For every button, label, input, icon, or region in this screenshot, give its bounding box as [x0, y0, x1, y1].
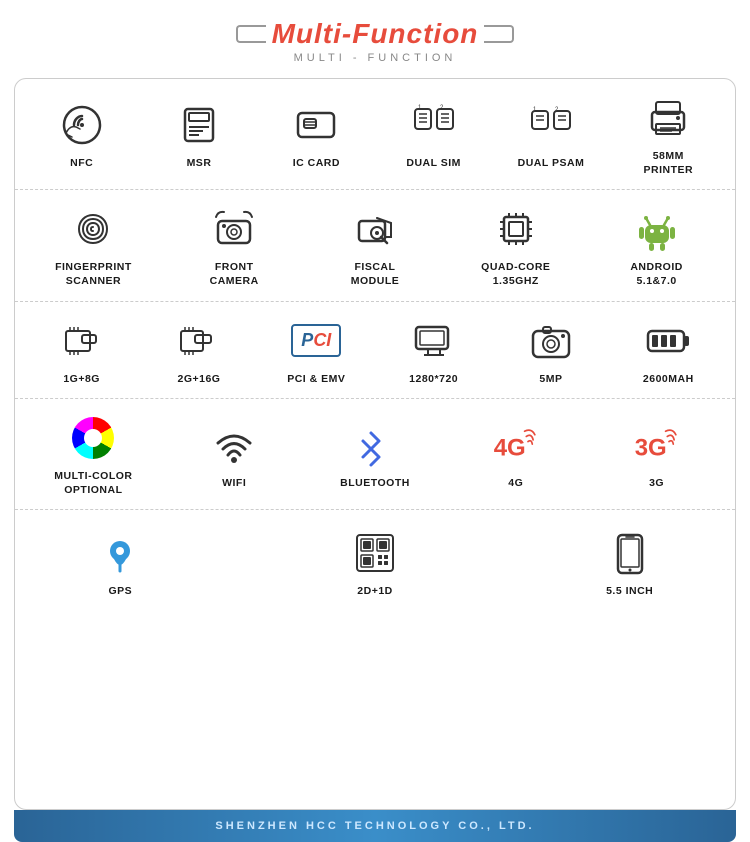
mem2-label: 2G+16G	[177, 373, 220, 387]
feature-row-3: 1G+8G 2G+16G	[15, 302, 735, 400]
pci-label: PCI & EMV	[287, 373, 345, 387]
front-camera-label: FRONTCAMERA	[210, 261, 259, 288]
svg-text:3G: 3G	[634, 434, 666, 461]
quad-core-label: QUAD-CORE1.35GHZ	[481, 261, 550, 288]
resolution-icon	[407, 314, 461, 368]
mem1-label: 1G+8G	[63, 373, 100, 387]
feature-5mp: 5MP	[492, 314, 609, 387]
feature-pci: PCI PCI & EMV	[258, 314, 375, 387]
feature-fiscal: FISCALMODULE	[305, 202, 446, 288]
5mp-label: 5MP	[539, 373, 562, 387]
wifi-icon	[207, 418, 261, 472]
header-bracket: Multi-Function	[0, 18, 750, 50]
svg-text:4G: 4G	[493, 434, 525, 461]
footer-text: SHENZHEN HCC TECHNOLOGY CO., LTD.	[215, 820, 534, 832]
3g-icon: 3G	[630, 418, 684, 472]
feature-4g: 4G 4G	[445, 418, 586, 491]
fiscal-label: FISCALMODULE	[351, 261, 400, 288]
msr-label: MSR	[187, 157, 212, 171]
multicolor-icon	[66, 411, 120, 465]
feature-res: 1280*720	[375, 314, 492, 387]
2d1d-icon	[348, 526, 402, 580]
header-subtitle: MULTI - FUNCTION	[0, 52, 750, 64]
feature-3g: 3G 3G	[586, 418, 727, 491]
feature-2d1d: 2D+1D	[278, 526, 473, 599]
dual-sim-label: DUAL SIM	[406, 157, 461, 171]
feature-android: ANDROID5.1&7.0	[586, 202, 727, 288]
feature-battery: 2600MAH	[610, 314, 727, 387]
feature-printer: 58MMPRINTER	[610, 91, 727, 177]
title-post: Function	[352, 18, 478, 49]
bluetooth-label: BLUETOOTH	[340, 477, 410, 491]
inch-icon	[603, 526, 657, 580]
quad-core-icon	[489, 202, 543, 256]
msr-icon	[172, 98, 226, 152]
feature-row-5: GPS	[15, 510, 735, 615]
bluetooth-icon	[348, 418, 402, 472]
gps-icon	[93, 526, 147, 580]
color-ring	[72, 417, 114, 459]
content-box: NFC MSR	[14, 78, 736, 810]
res-label: 1280*720	[409, 373, 458, 387]
nfc-label: NFC	[70, 157, 93, 171]
printer-label: 58MMPRINTER	[644, 150, 694, 177]
battery-icon	[641, 314, 695, 368]
4g-label: 4G	[508, 477, 523, 491]
pci-badge: PCI	[291, 324, 341, 357]
feature-msr: MSR	[140, 98, 257, 171]
feature-fingerprint: FINGERPRINTSCANNER	[23, 202, 164, 288]
feature-row-2: FINGERPRINTSCANNER FRONTCAMERA	[15, 190, 735, 301]
header-title: Multi-Function	[272, 18, 479, 50]
2d1d-label: 2D+1D	[357, 585, 392, 599]
android-icon	[630, 202, 684, 256]
feature-mem2: 2G+16G	[140, 314, 257, 387]
ic-card-label: IC CARD	[293, 157, 340, 171]
feature-inch: 5.5 INCH	[532, 526, 727, 599]
dual-sim-icon: 1 2	[407, 98, 461, 152]
mem2-icon	[172, 314, 226, 368]
feature-row-4: MULTI-COLOROPTIONAL WIFI	[15, 399, 735, 510]
fingerprint-icon	[66, 202, 120, 256]
3g-label: 3G	[649, 477, 664, 491]
ic-card-icon	[289, 98, 343, 152]
front-camera-icon	[207, 202, 261, 256]
footer: SHENZHEN HCC TECHNOLOGY CO., LTD.	[14, 810, 736, 842]
main-container: Multi-Function MULTI - FUNCTION	[0, 0, 750, 842]
nfc-icon	[55, 98, 109, 152]
printer-icon	[641, 91, 695, 145]
feature-row-1: NFC MSR	[15, 79, 735, 190]
feature-wifi: WIFI	[164, 418, 305, 491]
header: Multi-Function MULTI - FUNCTION	[0, 0, 750, 72]
feature-front-camera: FRONTCAMERA	[164, 202, 305, 288]
feature-gps: GPS	[23, 526, 218, 599]
dual-psam-icon: 1 2	[524, 98, 578, 152]
battery-label: 2600MAH	[643, 373, 694, 387]
gps-label: GPS	[108, 585, 132, 599]
title-pre: Multi-	[272, 18, 353, 49]
bracket-right	[484, 25, 514, 43]
bracket-left	[236, 25, 266, 43]
android-label: ANDROID5.1&7.0	[630, 261, 683, 288]
multicolor-label: MULTI-COLOROPTIONAL	[54, 470, 132, 497]
5mp-icon	[524, 314, 578, 368]
wifi-label: WIFI	[222, 477, 246, 491]
feature-mem1: 1G+8G	[23, 314, 140, 387]
feature-dual-sim: 1 2 DUAL SIM	[375, 98, 492, 171]
mem1-icon	[55, 314, 109, 368]
feature-dual-psam: 1 2 DUAL PSAM	[492, 98, 609, 171]
feature-quad-core: QUAD-CORE1.35GHZ	[445, 202, 586, 288]
4g-icon: 4G	[489, 418, 543, 472]
feature-ic-card: IC CARD	[258, 98, 375, 171]
feature-bluetooth: BLUETOOTH	[305, 418, 446, 491]
feature-nfc: NFC	[23, 98, 140, 171]
fingerprint-label: FINGERPRINTSCANNER	[55, 261, 132, 288]
feature-multicolor: MULTI-COLOROPTIONAL	[23, 411, 164, 497]
pci-icon: PCI	[289, 314, 343, 368]
fiscal-icon	[348, 202, 402, 256]
inch-label: 5.5 INCH	[606, 585, 653, 599]
dual-psam-label: DUAL PSAM	[518, 157, 585, 171]
